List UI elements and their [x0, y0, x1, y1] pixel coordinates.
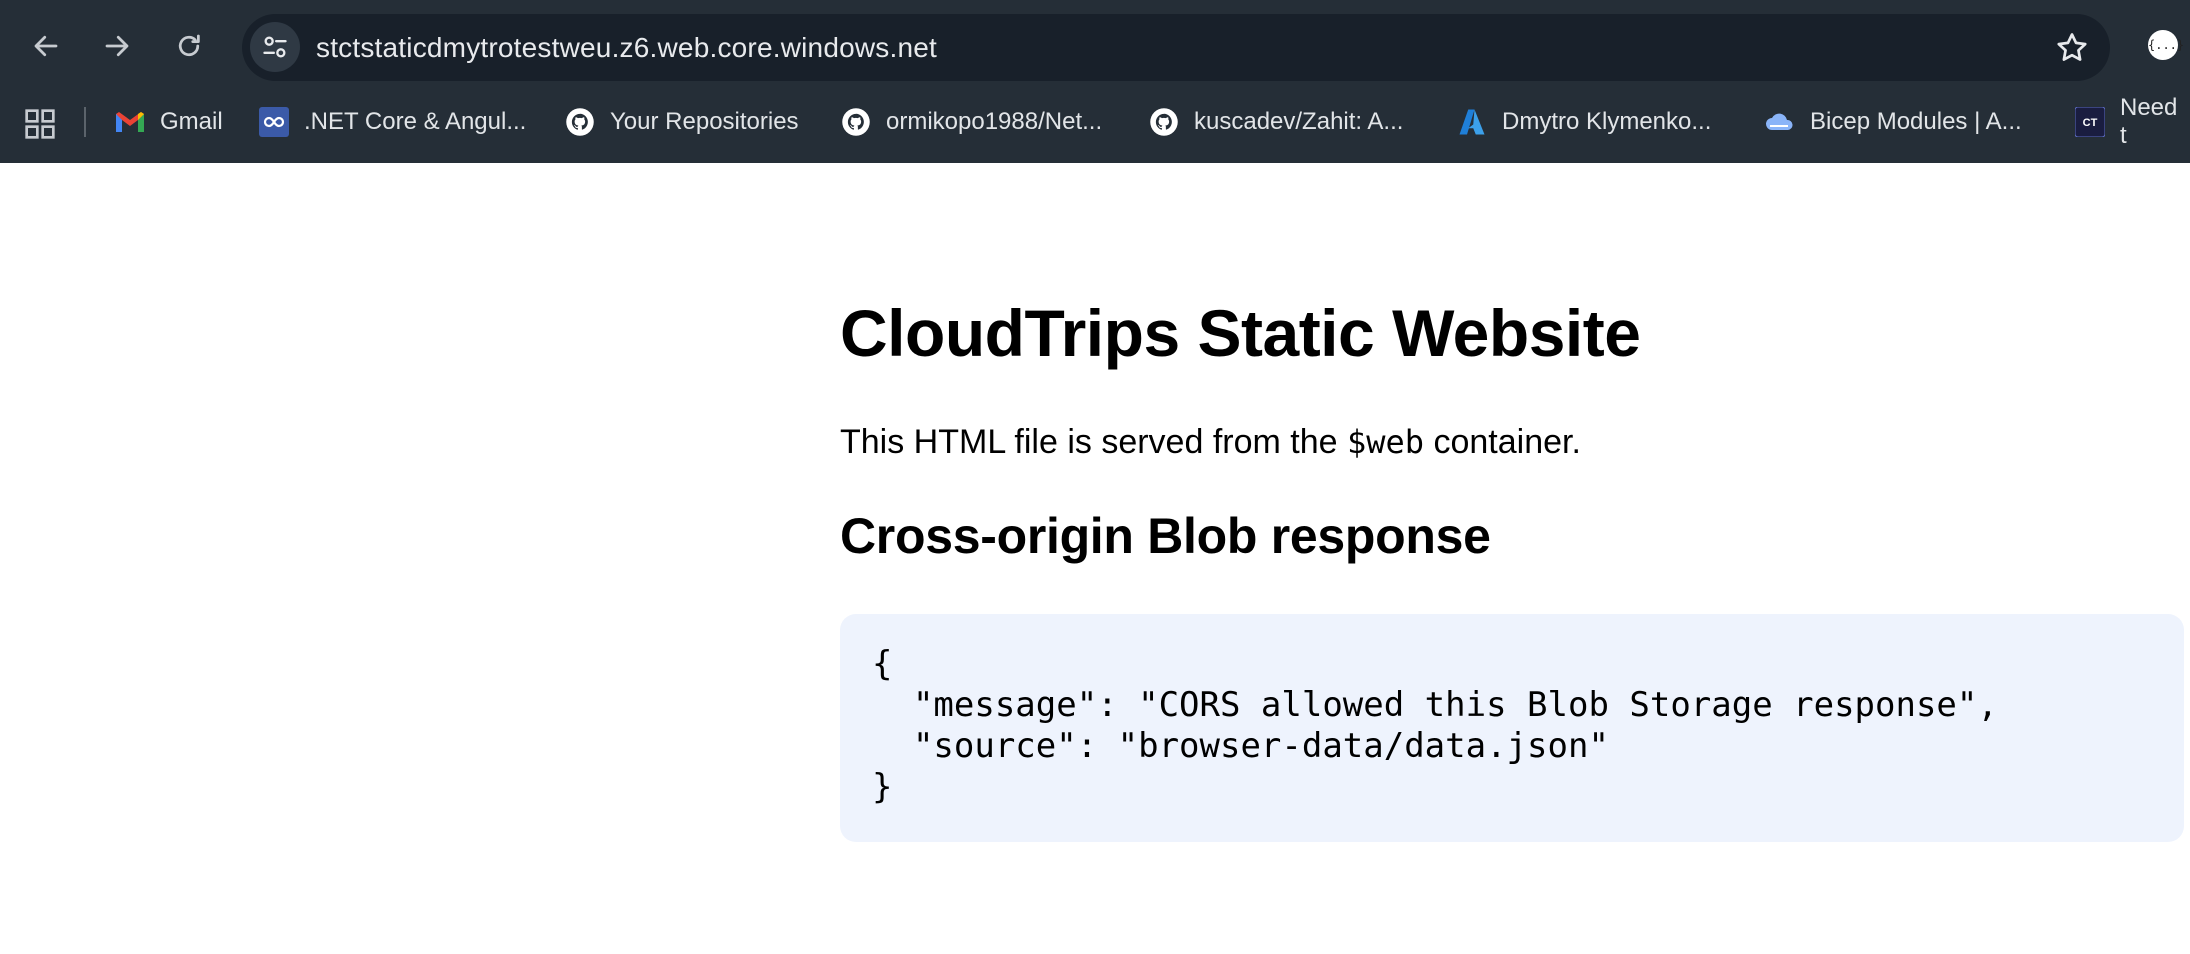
reload-icon [178, 34, 200, 57]
apps-grid-icon[interactable] [24, 108, 56, 140]
json-response-code: { "message": "CORS allowed this Blob Sto… [872, 644, 1998, 807]
back-arrow-icon [34, 35, 58, 57]
bookmark-kuscadev[interactable]: kuscadev/Zahit: A... [1148, 100, 1403, 144]
github-icon [564, 106, 596, 138]
forward-button[interactable] [95, 24, 139, 68]
bookmark-your-repositories[interactable]: Your Repositories [564, 100, 799, 144]
extension-icon[interactable]: {...} [2148, 30, 2184, 60]
intro-text-after: container. [1424, 423, 1581, 461]
section-title: Cross-origin Blob response [840, 508, 1491, 564]
bookmark-dmytro-klymenko[interactable]: Dmytro Klymenko... [1456, 100, 1711, 144]
cloud-icon [1764, 106, 1796, 138]
forward-arrow-icon [105, 35, 129, 57]
bookmark-label: Need t [2120, 94, 2178, 149]
svg-text:CT: CT [2083, 117, 2098, 129]
bookmark-label: Dmytro Klymenko... [1502, 108, 1712, 135]
tune-icon [263, 36, 287, 58]
back-button[interactable] [24, 24, 68, 68]
bookmarks-separator [84, 107, 86, 137]
bookmark-star-icon[interactable] [2054, 30, 2090, 66]
bookmark-label: Bicep Modules | A... [1810, 108, 2022, 135]
bookmark-label: .NET Core & Angul... [304, 108, 527, 135]
github-icon [840, 106, 872, 138]
json-response-block: { "message": "CORS allowed this Blob Sto… [840, 614, 2184, 842]
intro-paragraph: This HTML file is served from the $web c… [840, 423, 1581, 462]
bookmark-gmail[interactable]: Gmail [114, 100, 223, 144]
infinity-icon [258, 106, 290, 138]
web-container-code: $web [1346, 423, 1425, 461]
reload-button[interactable] [167, 24, 211, 68]
browser-chrome: stctstaticdmytrotestweu.z6.web.core.wind… [0, 0, 2190, 163]
page-title: CloudTrips Static Website [840, 296, 1641, 370]
azure-icon [1456, 106, 1488, 138]
bookmark-bicep-modules[interactable]: Bicep Modules | A... [1764, 100, 2022, 144]
bookmark-label: ormikopo1988/Net... [886, 108, 1103, 135]
gmail-icon [114, 106, 146, 138]
github-icon [1148, 106, 1180, 138]
address-bar[interactable]: stctstaticdmytrotestweu.z6.web.core.wind… [242, 14, 2110, 81]
site-info-button[interactable] [250, 22, 300, 72]
browser-toolbar: stctstaticdmytrotestweu.z6.web.core.wind… [0, 0, 2190, 96]
intro-text-before: This HTML file is served from the [840, 423, 1347, 461]
url-text[interactable]: stctstaticdmytrotestweu.z6.web.core.wind… [316, 14, 937, 81]
ct-icon: CT [2074, 106, 2106, 138]
bookmark-need[interactable]: CT Need t [2074, 94, 2190, 149]
bookmark-ormikopo[interactable]: ormikopo1988/Net... [840, 100, 1102, 144]
bookmark-dotnet-angular[interactable]: .NET Core & Angul... [258, 100, 526, 144]
bookmark-label: Gmail [160, 108, 223, 135]
bookmark-label: kuscadev/Zahit: A... [1194, 108, 1404, 135]
bookmark-label: Your Repositories [610, 108, 799, 135]
